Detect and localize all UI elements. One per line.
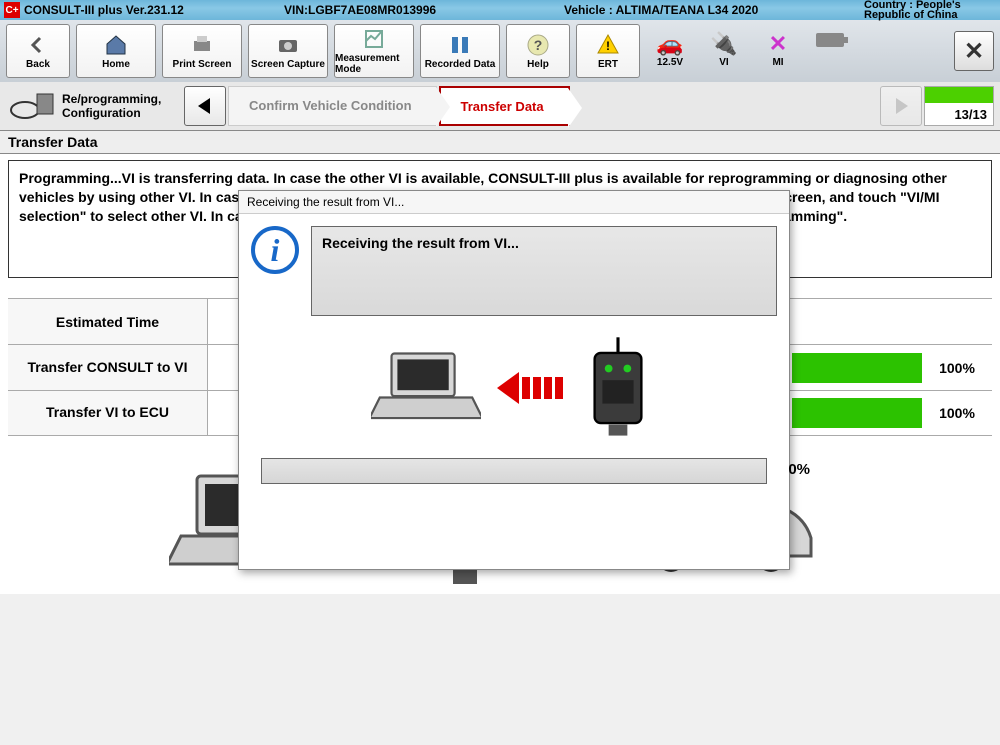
vehicle-text: Vehicle : ALTIMA/TEANA L34 2020 bbox=[564, 3, 864, 17]
close-icon: ✕ bbox=[964, 37, 984, 66]
step-progress: 13/13 bbox=[924, 86, 994, 126]
close-button[interactable]: ✕ bbox=[954, 31, 994, 71]
breadcrumb-row: Re/programming, Configuration Confirm Ve… bbox=[0, 82, 1000, 130]
receiving-result-dialog: Receiving the result from VI... i Receiv… bbox=[238, 190, 790, 570]
recorded-label: Recorded Data bbox=[425, 59, 496, 70]
camera-icon bbox=[274, 33, 302, 57]
vci-device-icon bbox=[579, 336, 657, 440]
measurement-icon bbox=[360, 27, 388, 51]
consult-to-vi-label: Transfer CONSULT to VI bbox=[8, 345, 208, 390]
voltage-label: 12.5V bbox=[657, 57, 683, 68]
help-icon: ? bbox=[524, 33, 552, 57]
ert-label: ERT bbox=[598, 59, 618, 70]
dialog-diagram bbox=[239, 336, 789, 440]
vi-to-ecu-end: 100% bbox=[922, 405, 992, 421]
back-button[interactable]: Back bbox=[6, 24, 70, 78]
consult-to-vi-end: 100% bbox=[922, 360, 992, 376]
home-button[interactable]: Home bbox=[76, 24, 156, 78]
svg-text:?: ? bbox=[534, 37, 543, 53]
recorded-data-button[interactable]: Recorded Data bbox=[420, 24, 500, 78]
arrow-left-icon bbox=[497, 372, 563, 404]
vi-to-ecu-bar bbox=[792, 398, 922, 428]
vi-device-icon: 🔌 bbox=[710, 31, 737, 57]
vi-to-ecu-label: Transfer VI to ECU bbox=[8, 391, 208, 435]
home-label: Home bbox=[102, 59, 130, 70]
estimated-time-label: Estimated Time bbox=[8, 299, 208, 344]
measure-label: Measurement Mode bbox=[335, 53, 413, 75]
print-screen-button[interactable]: Print Screen bbox=[162, 24, 242, 78]
battery-voltage-status: 🚗 12.5V bbox=[646, 31, 694, 71]
dialog-title: Receiving the result from VI... bbox=[239, 191, 789, 214]
vi-label: VI bbox=[719, 57, 728, 68]
svg-text:!: ! bbox=[606, 39, 610, 53]
step-progress-text: 13/13 bbox=[925, 103, 993, 125]
step-progress-bar bbox=[925, 87, 993, 103]
vin-text: VIN:LGBF7AE08MR013996 bbox=[284, 3, 564, 17]
dialog-progress-bar: 0% bbox=[261, 458, 767, 484]
printer-icon bbox=[188, 33, 216, 57]
section-heading: Transfer Data bbox=[0, 130, 1000, 154]
ert-button[interactable]: ! ERT bbox=[576, 24, 640, 78]
measurement-mode-button[interactable]: Measurement Mode bbox=[334, 24, 414, 78]
help-button[interactable]: ? Help bbox=[506, 24, 570, 78]
toolbar: Back Home Print Screen Screen Capture Me… bbox=[0, 20, 1000, 82]
country-text: Country : People's Republic of China bbox=[864, 0, 1000, 20]
breadcrumb-confirm-vehicle[interactable]: Confirm Vehicle Condition bbox=[228, 86, 437, 126]
triangle-left-icon bbox=[195, 96, 215, 116]
app-title: CONSULT-III plus Ver.231.12 bbox=[24, 3, 284, 17]
mi-x-icon: ✕ bbox=[769, 31, 787, 57]
info-icon: i bbox=[251, 226, 299, 274]
laptop-icon bbox=[371, 346, 481, 430]
car-icon: 🚗 bbox=[656, 31, 683, 57]
app-icon: C+ bbox=[4, 2, 20, 18]
vi-status: 🔌 VI bbox=[700, 31, 748, 71]
mi-label: MI bbox=[772, 57, 783, 68]
dialog-progress-pct: 0% bbox=[788, 461, 810, 478]
recorded-data-icon bbox=[446, 33, 474, 57]
title-bar: C+ CONSULT-III plus Ver.231.12 VIN:LGBF7… bbox=[0, 0, 1000, 20]
breadcrumb-next-button bbox=[880, 86, 922, 126]
consult-to-vi-bar bbox=[792, 353, 922, 383]
help-label: Help bbox=[527, 59, 549, 70]
home-icon bbox=[102, 33, 130, 57]
ert-icon: ! bbox=[594, 33, 622, 57]
capture-label: Screen Capture bbox=[251, 59, 325, 70]
back-arrow-icon bbox=[24, 33, 52, 57]
print-label: Print Screen bbox=[173, 59, 232, 70]
dialog-message: Receiving the result from VI... bbox=[311, 226, 777, 316]
breadcrumb-transfer-data[interactable]: Transfer Data bbox=[439, 86, 570, 126]
reprogramming-icon bbox=[6, 87, 60, 125]
screen-capture-button[interactable]: Screen Capture bbox=[248, 24, 328, 78]
breadcrumb-prev-button[interactable] bbox=[184, 86, 226, 126]
mode-label: Re/programming, Configuration bbox=[62, 92, 182, 120]
back-label: Back bbox=[26, 59, 50, 70]
mi-status: ✕ MI bbox=[754, 31, 802, 71]
triangle-right-icon bbox=[891, 96, 911, 116]
battery-icon bbox=[808, 31, 856, 71]
